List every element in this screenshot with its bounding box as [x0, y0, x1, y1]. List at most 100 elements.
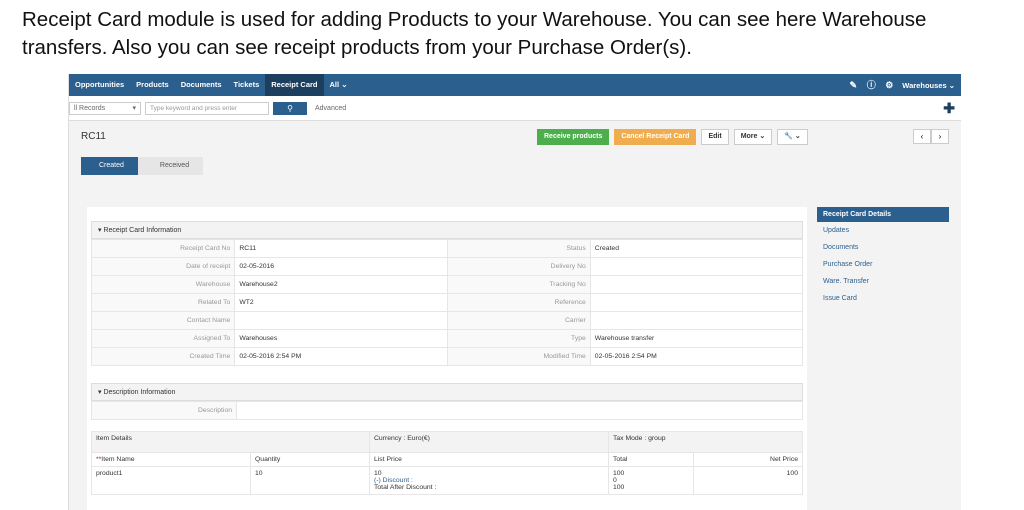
nav-all-label: All — [329, 80, 340, 89]
table-row: Warehouse Warehouse2 Tracking No — [90, 275, 804, 294]
item-list-price: 10 (-) Discount : Total After Discount : — [369, 466, 609, 495]
table-row: product1 10 10 (-) Discount : Total Afte… — [91, 466, 803, 495]
field-value: Warehouse transfer — [589, 329, 804, 348]
more-button[interactable]: More ⌄ — [733, 129, 773, 145]
column-header: Quantity — [250, 452, 370, 467]
field-value: Created — [589, 239, 804, 258]
panel-item-issue-card[interactable]: Issue Card — [817, 290, 949, 307]
field-value: 02-05-2016 2:54 PM — [234, 347, 448, 366]
nav-right-tools: ✎ ⓘ ⚙ Warehouses ⌄ — [848, 80, 961, 90]
more-label: More — [740, 133, 758, 140]
info-icon[interactable]: ⓘ — [866, 80, 876, 90]
field-label: Date of receipt — [90, 257, 236, 276]
field-label: Contact Name — [90, 311, 236, 330]
nav-receipt-card[interactable]: Receipt Card — [265, 74, 324, 96]
pencil-icon[interactable]: ✎ — [848, 80, 858, 90]
field-value: Warehouses — [234, 329, 448, 348]
tax-mode-label: Tax Mode : group — [608, 431, 803, 453]
step-created[interactable]: Created — [81, 157, 138, 175]
description-information-header[interactable]: ▾ Description Information — [91, 383, 803, 401]
column-header: Total — [608, 452, 694, 467]
field-label: Type — [446, 329, 591, 348]
user-menu[interactable]: Warehouses ⌄ — [902, 81, 955, 90]
field-value — [589, 275, 804, 294]
record-filter-select[interactable]: ll Records ▾ — [69, 101, 141, 115]
column-header: List Price — [369, 452, 609, 467]
table-row: Related To WT2 Reference — [90, 293, 804, 312]
field-label: Receipt Card No — [90, 239, 236, 258]
table-row: Created Time 02-05-2016 2:54 PM Modified T… — [90, 347, 804, 366]
search-bar: ll Records ▾ Type keyword and press enter… — [69, 96, 961, 121]
item-total: 100 0 100 — [608, 466, 694, 495]
discount-link[interactable]: (-) Discount : — [374, 477, 604, 484]
field-value: 02-05-2016 — [234, 257, 448, 276]
field-label: Delivery No — [446, 257, 591, 276]
record-content: ▾ Receipt Card Information Receipt Card … — [87, 207, 807, 510]
table-row: Date of receipt 02-05-2016 Delivery No — [90, 257, 804, 276]
receive-products-button[interactable]: Receive products — [537, 129, 610, 145]
wrench-icon: 🔧 — [784, 133, 793, 140]
tools-button[interactable]: 🔧 ⌄ — [777, 129, 808, 145]
list-price-value: 10 — [374, 470, 382, 477]
nav-documents[interactable]: Documents — [175, 74, 228, 96]
table-row: Contact Name Carrier — [90, 311, 804, 330]
item-quantity: 10 — [250, 466, 370, 495]
caret-down-icon: ▾ — [132, 105, 136, 112]
field-value — [234, 311, 448, 330]
add-record-button[interactable]: ✚ — [943, 100, 955, 117]
field-value: 02-05-2016 2:54 PM — [589, 347, 804, 366]
search-input[interactable]: Type keyword and press enter — [145, 101, 269, 115]
field-value — [589, 311, 804, 330]
table-row: Description — [91, 401, 803, 420]
panel-item-updates[interactable]: Updates — [817, 222, 949, 239]
status-steps: Created Received — [81, 157, 204, 175]
item-details-table: Item Details Currency : Euro(€) Tax Mode… — [91, 431, 803, 495]
top-navigation: Opportunities Products Documents Tickets… — [69, 74, 961, 96]
section-title: Receipt Card Information — [103, 227, 182, 234]
next-record-button[interactable]: › — [931, 129, 949, 144]
nav-opportunities[interactable]: Opportunities — [69, 74, 130, 96]
table-row: **Item Name Quantity List Price Total Ne… — [91, 452, 803, 467]
field-value: WT2 — [234, 293, 448, 312]
record-header: RC11 Receive products Cancel Receipt Car… — [69, 121, 961, 201]
nav-all[interactable]: All ⌄ — [324, 74, 354, 96]
panel-item-ware-transfer[interactable]: Ware. Transfer — [817, 273, 949, 290]
discount-value: 0 — [613, 477, 617, 484]
panel-item-purchase-order[interactable]: Purchase Order — [817, 256, 949, 273]
field-label: Related To — [90, 293, 236, 312]
item-details-label: Item Details — [91, 431, 370, 453]
previous-record-button[interactable]: ‹ — [913, 129, 931, 144]
search-button[interactable]: ⚲ — [273, 101, 307, 115]
description-caption: Receipt Card module is used for adding P… — [22, 8, 927, 59]
table-row: Receipt Card No RC11 Status Created — [90, 239, 804, 258]
field-value: Warehouse2 — [234, 275, 448, 294]
total-value: 100 — [613, 470, 625, 477]
user-name: Warehouses — [902, 80, 947, 90]
field-label: Description — [91, 401, 237, 420]
field-label: Tracking No — [446, 275, 591, 294]
gear-icon[interactable]: ⚙ — [884, 80, 894, 90]
nav-products[interactable]: Products — [130, 74, 175, 96]
step-received[interactable]: Received — [137, 157, 204, 175]
advanced-search-link[interactable]: Advanced — [315, 105, 346, 112]
search-icon: ⚲ — [287, 103, 293, 113]
edit-button[interactable]: Edit — [701, 129, 729, 145]
item-name: product1 — [91, 466, 251, 495]
panel-item-documents[interactable]: Documents — [817, 239, 949, 256]
item-net-price: 100 — [693, 466, 803, 495]
field-value — [236, 401, 803, 420]
record-title: RC11 — [81, 131, 106, 142]
field-value — [589, 293, 804, 312]
field-value — [589, 257, 804, 276]
total-after-discount-label: Total After Discount : — [374, 484, 437, 491]
action-buttons: Receive products Cancel Receipt Card Edi… — [537, 129, 808, 145]
receipt-card-information-table: Receipt Card No RC11 Status Created Date of… — [90, 239, 804, 366]
filter-value: ll Records — [74, 104, 106, 112]
field-label: Created Time — [90, 347, 236, 366]
field-label: Status — [446, 239, 591, 258]
nav-tickets[interactable]: Tickets — [228, 74, 266, 96]
cancel-receipt-card-button[interactable]: Cancel Receipt Card — [614, 129, 697, 145]
description-table: Description — [91, 401, 803, 420]
panel-header-receipt-card-details[interactable]: Receipt Card Details — [817, 207, 949, 222]
receipt-card-information-header[interactable]: ▾ Receipt Card Information — [91, 221, 803, 239]
